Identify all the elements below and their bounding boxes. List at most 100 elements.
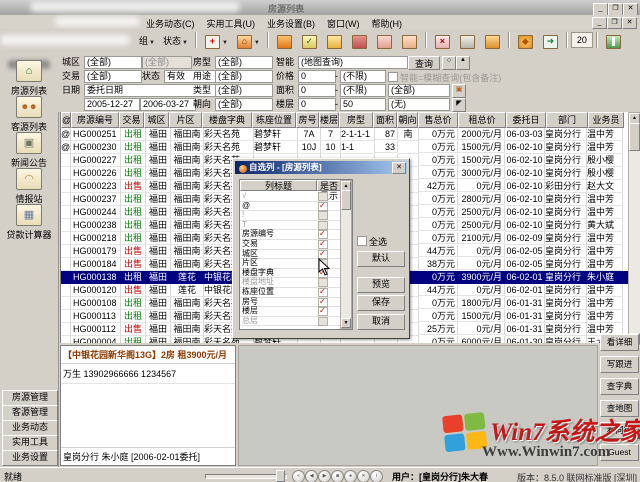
card-peach-icon[interactable] xyxy=(397,32,422,50)
column-header-14[interactable]: 委托日 xyxy=(506,112,546,128)
add-button[interactable]: +▼ xyxy=(200,32,232,50)
column-header-8[interactable]: 楼层 xyxy=(319,112,339,128)
dialog-title-bar[interactable]: 自选列 - [房源列表] xyxy=(235,161,407,174)
doc-orange-icon[interactable] xyxy=(272,32,297,50)
filter-combo[interactable]: (不限) xyxy=(340,84,386,97)
record-nav-icon[interactable]: ◀ xyxy=(305,470,318,482)
filter-combo[interactable]: (全部) xyxy=(215,70,273,83)
record-nav-icon[interactable]: ✕ xyxy=(357,470,370,482)
smart-search-input[interactable]: (地图查询) xyxy=(298,56,408,69)
card-yellow-icon[interactable] xyxy=(322,32,347,50)
record-slider-thumb[interactable] xyxy=(276,470,285,482)
sidebar-item-house[interactable]: ⌂房源列表 xyxy=(0,60,58,97)
column-header-16[interactable]: 业务员 xyxy=(588,112,624,128)
sidebar-section-button[interactable]: 实用工具 xyxy=(2,435,58,451)
filter-combo[interactable]: (全部) xyxy=(215,98,273,111)
child-minimize-button[interactable]: _ xyxy=(592,17,607,29)
save-button[interactable]: 保存 xyxy=(357,295,405,311)
group-dropdown[interactable]: 组▼ xyxy=(135,32,159,50)
action-button-1[interactable]: 写跟进 xyxy=(600,356,639,373)
filter-combo[interactable]: (全部) xyxy=(215,84,273,97)
date-to-input[interactable]: 2006-03-27 xyxy=(140,98,196,111)
column-visible-checkbox[interactable] xyxy=(318,317,328,326)
fuzzy-search-checkbox[interactable]: 智能=模糊查询(包含备注) xyxy=(388,71,501,84)
record-nav-icon[interactable]: ▶ xyxy=(318,470,331,482)
column-header-4[interactable]: 片区 xyxy=(169,112,202,128)
menu-item[interactable]: 窗口(W) xyxy=(321,15,366,29)
default-button[interactable]: 默认 xyxy=(357,251,405,267)
action-button-3[interactable]: 查地图 xyxy=(600,400,639,417)
collapse-button[interactable]: ▲ xyxy=(456,56,470,70)
filter-combo[interactable]: (全部) xyxy=(388,84,450,97)
filter-combo[interactable]: (不限) xyxy=(340,70,386,83)
folder-icon[interactable] xyxy=(480,32,505,50)
sidebar-section-button[interactable]: 客源管理 xyxy=(2,405,58,421)
printer-icon[interactable] xyxy=(455,32,480,50)
note-icon[interactable]: ✓ xyxy=(297,32,322,50)
table-row[interactable]: @HG000230出租福田福田南彩天名苑碧梦轩10J101-1330万元1500… xyxy=(61,141,628,154)
area-min-input[interactable]: 0 xyxy=(298,84,336,97)
doc-pink-icon[interactable]: × xyxy=(430,32,455,50)
sidebar-section-button[interactable]: 业务设置 xyxy=(2,450,58,466)
action-button-4[interactable]: 看同行 xyxy=(600,422,639,439)
column-header-0[interactable]: @ xyxy=(61,112,71,128)
sidebar-item-clients[interactable]: ☻☻客源列表 xyxy=(0,96,58,133)
record-nav-icon[interactable]: ■ xyxy=(331,470,344,482)
column-header-15[interactable]: 部门 xyxy=(546,112,588,128)
card-red-icon[interactable] xyxy=(347,32,372,50)
dialog-scrollbar[interactable]: ▲ ▼ xyxy=(340,180,352,329)
action-button-guest[interactable]: Guest xyxy=(600,444,639,461)
column-header-11[interactable]: 朝向 xyxy=(397,112,418,128)
preview-button[interactable]: 预览 xyxy=(357,277,405,293)
filter-combo[interactable]: (全部) xyxy=(142,56,192,69)
column-header-2[interactable]: 交易 xyxy=(119,112,144,128)
dialog-scrollbar-thumb[interactable] xyxy=(341,190,351,210)
diamond-icon[interactable]: ◆ xyxy=(513,32,538,50)
sidebar-section-button[interactable]: 房源管理 xyxy=(2,390,58,406)
filter-combo[interactable]: (全部) xyxy=(84,56,142,69)
column-header-7[interactable]: 房号 xyxy=(296,112,319,128)
menu-item[interactable]: 帮助(H) xyxy=(366,15,409,29)
card-pink-icon[interactable] xyxy=(372,32,397,50)
cancel-button[interactable]: 取消 xyxy=(357,314,405,330)
column-header-10[interactable]: 面积 xyxy=(373,112,397,128)
action-button-0[interactable]: 看详细 xyxy=(600,334,639,351)
column-header-6[interactable]: 栋座位置 xyxy=(252,112,296,128)
column-header-1[interactable]: 房源编号 xyxy=(71,112,119,128)
menu-item[interactable]: 业务设置(B) xyxy=(261,15,321,29)
sidebar-item-info-station[interactable]: ◠情报站 xyxy=(0,168,58,205)
column-header-9[interactable]: 房型 xyxy=(339,112,373,128)
dialog-close-button[interactable]: ✕ xyxy=(392,162,406,174)
record-nav-icon[interactable]: ● xyxy=(344,470,357,482)
menu-item[interactable]: 业务动态(C) xyxy=(140,15,201,29)
record-nav-icon[interactable]: « xyxy=(292,470,305,482)
house-button[interactable]: ⌂▼ xyxy=(232,32,264,50)
column-header-13[interactable]: 租总价 xyxy=(458,112,506,128)
column-row[interactable]: 总层 xyxy=(240,316,340,327)
filter-combo[interactable]: (无) xyxy=(388,98,450,111)
record-slider[interactable] xyxy=(205,474,287,479)
child-close-button[interactable]: ✕ xyxy=(622,17,637,29)
title-bar[interactable]: 房源列表 _❐✕ xyxy=(0,0,640,16)
child-restore-button[interactable]: ❐ xyxy=(607,17,622,29)
save-filter-button[interactable]: ▣ xyxy=(452,84,466,98)
go-arrow-icon[interactable]: ➜ xyxy=(538,32,563,50)
scrollbar-thumb[interactable] xyxy=(629,123,640,151)
dialog-scroll-down-icon[interactable]: ▼ xyxy=(341,318,351,328)
record-nav-icon[interactable]: i xyxy=(370,470,383,482)
table-row[interactable]: @HG000251出租福田福田南彩天名苑碧梦轩7A72-1-1-187南0万元2… xyxy=(61,128,628,141)
menu-item[interactable]: 实用工具(U) xyxy=(201,15,262,29)
exit-icon[interactable]: ❚ xyxy=(601,32,626,50)
search-circle-button[interactable]: ○ xyxy=(442,56,456,70)
date-from-input[interactable]: 2005-12-27 xyxy=(84,98,140,111)
status-dropdown[interactable]: 状态▼ xyxy=(159,32,192,50)
column-title-header[interactable]: 列标题 xyxy=(240,180,317,191)
column-visible-header[interactable]: 是否显示 xyxy=(317,180,341,191)
filter-combo[interactable]: (全部) xyxy=(84,70,142,83)
action-button-2[interactable]: 查字典 xyxy=(600,378,639,395)
column-header-5[interactable]: 楼盘字典 xyxy=(202,112,252,128)
select-all-checkbox[interactable]: 全选 xyxy=(357,235,387,248)
price-min-input[interactable]: 0 xyxy=(298,70,336,83)
expand-filter-button[interactable]: ◤ xyxy=(452,98,466,112)
search-button[interactable]: 查询 xyxy=(408,56,440,70)
